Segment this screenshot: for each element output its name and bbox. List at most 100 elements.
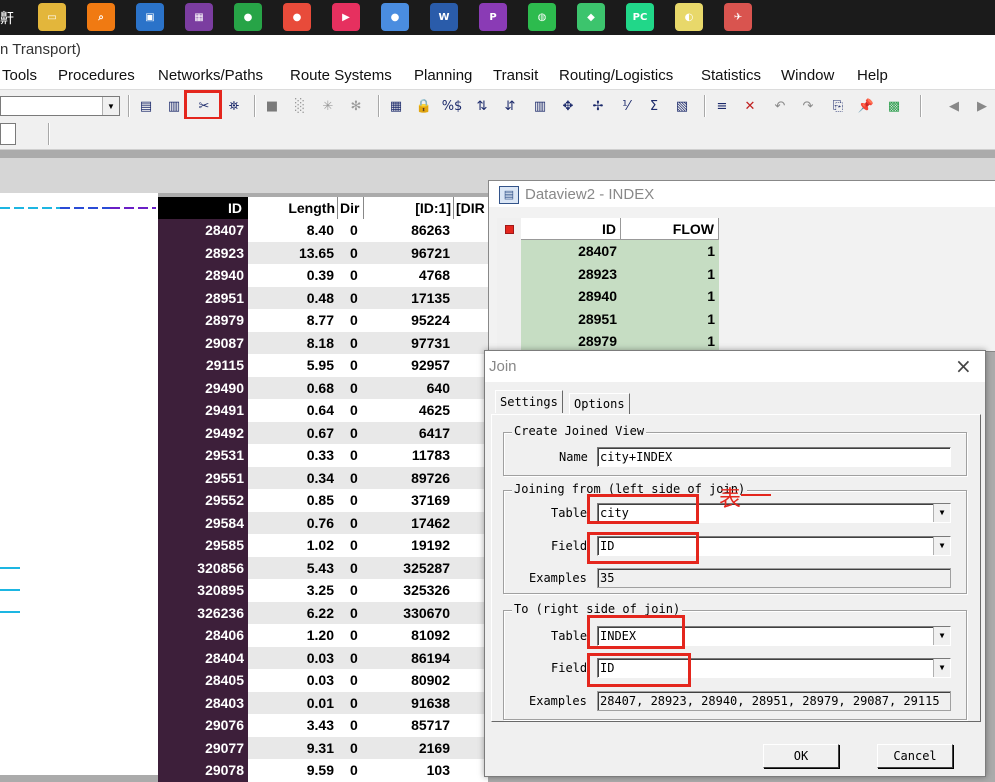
- lock-icon[interactable]: 🔒: [414, 96, 434, 116]
- cell-id[interactable]: 326236: [158, 601, 248, 624]
- cell-dir[interactable]: 0: [338, 354, 364, 377]
- cell-length[interactable]: 0.48: [248, 287, 338, 310]
- cell-id1[interactable]: 80902: [364, 669, 454, 692]
- pin-icon[interactable]: 📌: [856, 96, 876, 116]
- chrome-icon[interactable]: ●: [283, 3, 311, 31]
- cell-length[interactable]: 8.40: [248, 219, 338, 242]
- cell-length[interactable]: 0.64: [248, 399, 338, 422]
- cell-dir[interactable]: 0: [338, 602, 364, 625]
- menu-route-systems[interactable]: Route Systems: [290, 67, 392, 84]
- report-icon[interactable]: ▧: [672, 96, 692, 116]
- cell-length[interactable]: 0.03: [248, 647, 338, 670]
- cell-id1[interactable]: 96721: [364, 242, 454, 265]
- cell-length[interactable]: 1.20: [248, 624, 338, 647]
- cell-length[interactable]: 8.77: [248, 309, 338, 332]
- menu-tools[interactable]: Tools: [2, 67, 37, 84]
- dv2-row-selector[interactable]: [497, 285, 521, 308]
- sticky-app-icon[interactable]: ◐: [675, 3, 703, 31]
- formula-icon[interactable]: ⅟: [616, 96, 636, 116]
- cell-id1[interactable]: 330670: [364, 602, 454, 625]
- dv1-header-dir2[interactable]: [DIR: [454, 197, 488, 219]
- dv2-cell-flow[interactable]: 1: [621, 240, 719, 263]
- cell-id[interactable]: 28404: [158, 646, 248, 669]
- cell-id1[interactable]: 37169: [364, 489, 454, 512]
- cell-length[interactable]: 0.39: [248, 264, 338, 287]
- cell-id[interactable]: 29078: [158, 759, 248, 782]
- cell-length[interactable]: 0.01: [248, 692, 338, 715]
- cell-dir[interactable]: 0: [338, 579, 364, 602]
- fill-field-icon[interactable]: %$: [442, 96, 463, 116]
- chrome-profile-icon[interactable]: ●: [381, 3, 409, 31]
- cell-length[interactable]: 3.43: [248, 714, 338, 737]
- fields-icon[interactable]: ▦: [386, 96, 406, 116]
- find-binoculars-icon[interactable]: ⛯: [224, 96, 244, 116]
- cell-dir[interactable]: 0: [338, 287, 364, 310]
- export-icon[interactable]: ⎘: [828, 96, 848, 116]
- cell-id1[interactable]: 11783: [364, 444, 454, 467]
- cell-id1[interactable]: 86263: [364, 219, 454, 242]
- sort-descending-icon[interactable]: ⇵: [500, 96, 520, 116]
- cell-id1[interactable]: 97731: [364, 332, 454, 355]
- cell-dir[interactable]: 0: [338, 692, 364, 715]
- pdf-tool-icon[interactable]: P: [479, 3, 507, 31]
- cell-id[interactable]: 29087: [158, 331, 248, 354]
- remote-desktop-icon[interactable]: ▣: [136, 3, 164, 31]
- fill-pattern-icon[interactable]: ■: [262, 96, 282, 116]
- dv2-row-selector[interactable]: [497, 240, 521, 263]
- delete-records-icon[interactable]: ✕: [740, 96, 760, 116]
- cell-length[interactable]: 0.03: [248, 669, 338, 692]
- cell-dir[interactable]: 0: [338, 737, 364, 760]
- cell-length[interactable]: 0.76: [248, 512, 338, 535]
- cell-id1[interactable]: 17135: [364, 287, 454, 310]
- cell-id1[interactable]: 89726: [364, 467, 454, 490]
- colormap-icon[interactable]: ▩: [884, 96, 904, 116]
- cell-id[interactable]: 29551: [158, 466, 248, 489]
- cell-dir[interactable]: 0: [338, 377, 364, 400]
- chevron-down-icon[interactable]: ▼: [933, 537, 950, 555]
- cell-id[interactable]: 320895: [158, 579, 248, 602]
- nav-forward-icon[interactable]: ▶: [972, 96, 992, 116]
- dv1-header-id[interactable]: ID: [158, 197, 248, 219]
- dv2-cell-flow[interactable]: 1: [621, 307, 719, 330]
- cell-id1[interactable]: 325287: [364, 557, 454, 580]
- cell-id[interactable]: 29490: [158, 376, 248, 399]
- cell-dir[interactable]: 0: [338, 489, 364, 512]
- dv1-header-dir[interactable]: Dir: [338, 197, 364, 219]
- chevron-down-icon[interactable]: ▼: [933, 627, 950, 645]
- cell-id1[interactable]: 92957: [364, 354, 454, 377]
- layer-dropdown[interactable]: ▼: [0, 96, 120, 116]
- cell-length[interactable]: 5.95: [248, 354, 338, 377]
- cell-dir[interactable]: 0: [338, 557, 364, 580]
- dv2-row-selector[interactable]: [497, 262, 521, 285]
- cell-id[interactable]: 29531: [158, 444, 248, 467]
- cell-id1[interactable]: 2169: [364, 737, 454, 760]
- dv1-header-id1[interactable]: [ID:1]: [364, 197, 454, 219]
- tab-settings[interactable]: Settings: [495, 390, 563, 413]
- cell-id1[interactable]: 86194: [364, 647, 454, 670]
- cell-dir[interactable]: 0: [338, 219, 364, 242]
- ok-button[interactable]: OK: [763, 744, 839, 768]
- cell-dir[interactable]: 0: [338, 534, 364, 557]
- undo-icon[interactable]: ↶: [770, 96, 790, 116]
- cell-id[interactable]: 28406: [158, 624, 248, 647]
- cell-dir[interactable]: 0: [338, 264, 364, 287]
- network-app-icon[interactable]: ✈: [724, 3, 752, 31]
- cell-length[interactable]: 0.34: [248, 467, 338, 490]
- cell-length[interactable]: 9.31: [248, 737, 338, 760]
- cell-id1[interactable]: 6417: [364, 422, 454, 445]
- cell-id1[interactable]: 19192: [364, 534, 454, 557]
- chevron-down-icon[interactable]: ▼: [102, 97, 119, 115]
- dv2-cell-id[interactable]: 28923: [521, 262, 621, 285]
- chevron-down-icon[interactable]: ▼: [933, 659, 950, 677]
- menu-planning[interactable]: Planning: [414, 67, 472, 84]
- line-style-icon[interactable]: ✳: [318, 96, 338, 116]
- cell-dir[interactable]: 0: [338, 444, 364, 467]
- cell-id[interactable]: 28940: [158, 264, 248, 287]
- sum-icon[interactable]: Σ: [644, 96, 664, 116]
- cell-dir[interactable]: 0: [338, 422, 364, 445]
- cell-dir[interactable]: 0: [338, 309, 364, 332]
- cell-id[interactable]: 28923: [158, 241, 248, 264]
- cell-id1[interactable]: 103: [364, 759, 454, 782]
- cell-dir[interactable]: 0: [338, 467, 364, 490]
- cell-length[interactable]: 5.43: [248, 557, 338, 580]
